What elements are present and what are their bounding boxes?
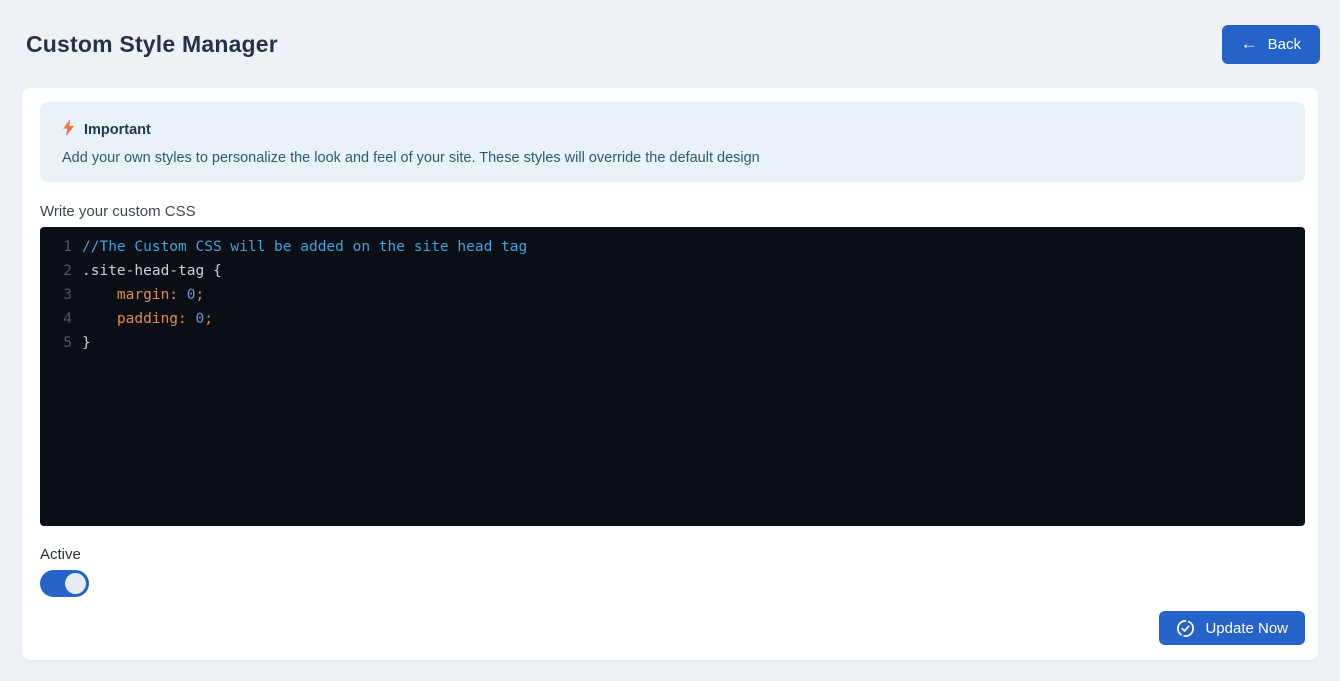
code-text: } xyxy=(82,331,91,355)
notice-title: Important xyxy=(84,122,151,138)
code-text: .site-head-tag { xyxy=(82,259,222,283)
important-notice: Important Add your own styles to persona… xyxy=(40,102,1305,182)
code-line: 4 padding: 0; xyxy=(52,307,1305,331)
code-text: //The Custom CSS will be added on the si… xyxy=(82,235,527,259)
line-number: 2 xyxy=(52,259,72,283)
arrow-left-icon: ← xyxy=(1241,35,1258,52)
update-now-button[interactable]: Update Now xyxy=(1159,611,1305,645)
toggle-knob xyxy=(65,573,86,594)
custom-style-card: Important Add your own styles to persona… xyxy=(22,88,1318,660)
active-toggle[interactable] xyxy=(40,570,89,597)
line-number: 5 xyxy=(52,331,72,355)
notice-body: Add your own styles to personalize the l… xyxy=(62,150,1281,166)
back-button-label: Back xyxy=(1268,36,1301,53)
code-line: 2 .site-head-tag { xyxy=(52,259,1305,283)
css-editor-label: Write your custom CSS xyxy=(40,203,1305,220)
active-toggle-label: Active xyxy=(40,546,1305,563)
code-editor-lines: 1 //The Custom CSS will be added on the s… xyxy=(52,235,1305,355)
code-line: 3 margin: 0; xyxy=(52,283,1305,307)
page-title: Custom Style Manager xyxy=(26,31,278,58)
card-footer: Update Now xyxy=(40,611,1305,645)
lightning-bolt-icon xyxy=(62,119,75,141)
code-line: 1 //The Custom CSS will be added on the s… xyxy=(52,235,1305,259)
update-now-label: Update Now xyxy=(1205,620,1288,637)
back-button[interactable]: ← Back xyxy=(1222,25,1320,64)
sync-check-icon xyxy=(1176,619,1195,638)
line-number: 4 xyxy=(52,307,72,331)
code-text: margin: 0; xyxy=(82,283,204,307)
page-header: Custom Style Manager ← Back xyxy=(0,0,1340,88)
line-number: 1 xyxy=(52,235,72,259)
code-text: padding: 0; xyxy=(82,307,213,331)
line-number: 3 xyxy=(52,283,72,307)
code-line: 5} xyxy=(52,331,1305,355)
css-code-editor[interactable]: 1 //The Custom CSS will be added on the s… xyxy=(40,227,1305,526)
